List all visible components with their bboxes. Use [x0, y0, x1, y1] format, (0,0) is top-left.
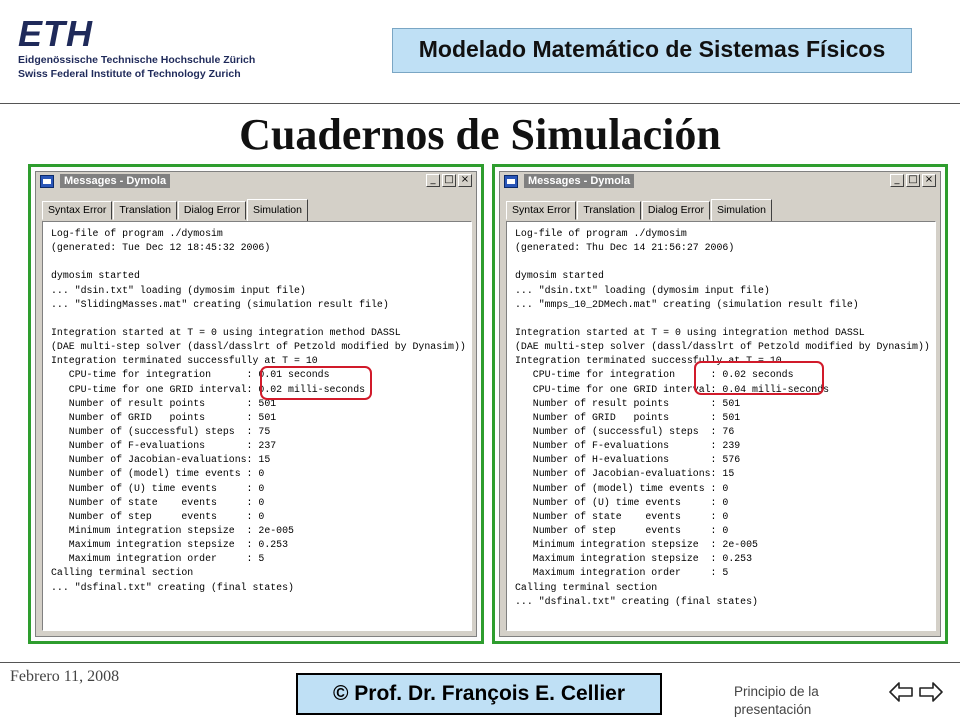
- log-line: Number of GRID points : 501: [51, 411, 277, 423]
- log-line: Number of F-evaluations : 237: [51, 440, 277, 452]
- tab-dialog-error[interactable]: Dialog Error: [641, 201, 710, 220]
- slide-navigation: [888, 679, 944, 705]
- arrow-left-icon[interactable]: [888, 679, 914, 705]
- window-titlebar[interactable]: Messages - Dymola _ □ ×: [36, 172, 476, 192]
- footer-divider: [0, 662, 960, 663]
- log-line: Number of GRID points : 501: [515, 411, 741, 423]
- log-line: Calling terminal section: [51, 567, 194, 579]
- log-line: ... "SlidingMasses.mat" creating (simula…: [51, 298, 389, 310]
- log-line: Number of (successful) steps : 75: [51, 425, 271, 437]
- window-controls: _ □ ×: [426, 174, 472, 187]
- log-line: Number of step events : 0: [515, 524, 729, 536]
- tab-simulation[interactable]: Simulation: [710, 199, 772, 222]
- message-tabs: Syntax Error Translation Dialog Error Si…: [506, 198, 773, 222]
- simulation-log[interactable]: Log-file of program ./dymosim (generated…: [506, 221, 936, 631]
- log-line: (DAE multi-step solver (dassl/dasslrt of…: [51, 341, 466, 353]
- tab-translation[interactable]: Translation: [577, 201, 641, 220]
- page-title: Cuadernos de Simulación: [239, 110, 721, 159]
- log-line: ... "mmps_10_2DMech.mat" creating (simul…: [515, 298, 859, 310]
- arrow-right-icon[interactable]: [918, 679, 944, 705]
- log-line: Number of state events : 0: [51, 496, 265, 508]
- messages-window: Messages - Dymola _ □ × Syntax Error Tra…: [499, 171, 941, 637]
- log-line: Maximum integration stepsize : 0.253: [51, 539, 289, 551]
- header-divider: [0, 103, 960, 104]
- maximize-button[interactable]: □: [442, 174, 456, 187]
- log-line: Number of (model) time events : 0: [515, 482, 729, 494]
- messages-window: Messages - Dymola _ □ × Syntax Error Tra…: [35, 171, 477, 637]
- log-line: (generated: Tue Dec 12 18:45:32 2006): [51, 242, 271, 254]
- log-line: ... "dsin.txt" loading (dymosim input fi…: [51, 284, 306, 296]
- log-line: ... "dsfinal.txt" creating (final states…: [51, 581, 294, 593]
- log-line: ... "dsfinal.txt" creating (final states…: [515, 595, 758, 607]
- tab-syntax-error[interactable]: Syntax Error: [506, 201, 577, 220]
- log-line: dymosim started: [515, 270, 604, 282]
- dymola-app-icon: [40, 175, 54, 188]
- log-line: Number of step events : 0: [51, 510, 265, 522]
- log-line: Number of (U) time events : 0: [51, 482, 265, 494]
- cpu-time-highlight: [260, 366, 372, 400]
- log-line: Number of Jacobian-evaluations: 15: [515, 468, 735, 480]
- back-to-start-link[interactable]: Principio de la presentación: [734, 683, 840, 719]
- window-titlebar[interactable]: Messages - Dymola _ □ ×: [500, 172, 940, 192]
- simulation-log[interactable]: Log-file of program ./dymosim (generated…: [42, 221, 472, 631]
- log-line: (generated: Thu Dec 14 21:56:27 2006): [515, 242, 735, 254]
- log-line: Log-file of program ./dymosim: [515, 228, 687, 239]
- log-line: Integration started at T = 0 using integ…: [51, 326, 401, 338]
- footer-credit: © Prof. Dr. François E. Cellier: [296, 673, 662, 715]
- close-button[interactable]: ×: [922, 174, 936, 187]
- log-line: Number of (U) time events : 0: [515, 496, 729, 508]
- tab-dialog-error[interactable]: Dialog Error: [177, 201, 246, 220]
- close-button[interactable]: ×: [458, 174, 472, 187]
- log-line: Number of state events : 0: [515, 510, 729, 522]
- log-line: Integration started at T = 0 using integ…: [515, 326, 865, 338]
- eth-logo: ETH Eidgenössische Technische Hochschule…: [14, 10, 256, 81]
- log-line: Log-file of program ./dymosim: [51, 228, 223, 239]
- log-line: (DAE multi-step solver (dassl/dasslrt of…: [515, 341, 930, 353]
- log-line: Maximum integration order : 5: [515, 567, 729, 579]
- log-line: Calling terminal section: [515, 581, 658, 593]
- log-line: Maximum integration stepsize : 0.253: [515, 553, 753, 565]
- window-title: Messages - Dymola: [60, 174, 171, 188]
- log-line: Number of (successful) steps : 76: [515, 425, 735, 437]
- log-line: Number of result points : 501: [515, 397, 741, 409]
- tab-simulation[interactable]: Simulation: [246, 199, 308, 222]
- eth-logo-mark: ETH: [18, 13, 93, 54]
- eth-logo-line-2: Swiss Federal Institute of Technology Zu…: [18, 68, 241, 80]
- log-line: Number of F-evaluations : 239: [515, 440, 741, 452]
- message-tabs: Syntax Error Translation Dialog Error Si…: [42, 198, 309, 222]
- log-line: Minimum integration stepsize : 2e-005: [51, 524, 294, 536]
- log-line: Minimum integration stepsize : 2e-005: [515, 539, 758, 551]
- back-to-start-label-2: presentación: [734, 702, 812, 717]
- maximize-button[interactable]: □: [906, 174, 920, 187]
- minimize-button[interactable]: _: [890, 174, 904, 187]
- tab-syntax-error[interactable]: Syntax Error: [42, 201, 113, 220]
- minimize-button[interactable]: _: [426, 174, 440, 187]
- log-line: dymosim started: [51, 270, 140, 282]
- cpu-time-highlight: [694, 361, 824, 395]
- log-line: Number of result points : 501: [51, 397, 277, 409]
- log-line: Number of Jacobian-evaluations: 15: [51, 454, 271, 466]
- log-line: Number of H-evaluations : 576: [515, 454, 741, 466]
- tab-translation[interactable]: Translation: [113, 201, 177, 220]
- simulation-log-panel-left: Messages - Dymola _ □ × Syntax Error Tra…: [28, 164, 484, 644]
- footer-date: Febrero 11, 2008: [10, 668, 120, 685]
- log-line: Number of (model) time events : 0: [51, 468, 265, 480]
- dymola-app-icon: [504, 175, 518, 188]
- log-line: Integration terminated successfully at T…: [51, 355, 318, 367]
- window-controls: _ □ ×: [890, 174, 936, 187]
- course-title: Modelado Matemático de Sistemas Físicos: [418, 36, 886, 62]
- eth-logo-line-1: Eidgenössische Technische Hochschule Zür…: [18, 54, 256, 66]
- log-line: Maximum integration order : 5: [51, 553, 265, 565]
- simulation-log-panel-right: Messages - Dymola _ □ × Syntax Error Tra…: [492, 164, 948, 644]
- log-line: ... "dsin.txt" loading (dymosim input fi…: [515, 284, 770, 296]
- window-title: Messages - Dymola: [524, 174, 635, 188]
- back-to-start-label-1: Principio de la: [734, 684, 819, 699]
